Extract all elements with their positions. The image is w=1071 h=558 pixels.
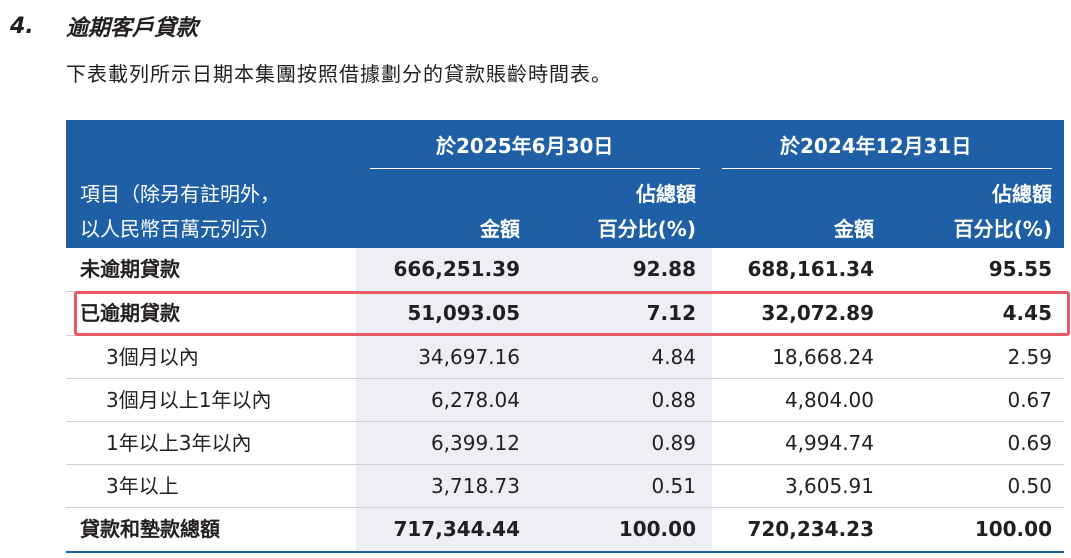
pct-2024: 2.59 [1007,345,1052,369]
amount-2025: 3,718.73 [430,474,520,498]
amount-2025: 717,344.44 [393,517,520,541]
section-number: 4. [10,13,34,39]
table-row: 已逾期貸款 51,093.05 7.12 32,072.89 4.45 [66,292,1064,335]
header-period-2025: 於2025年6月30日 [436,134,614,158]
amount-2025: 6,278.04 [430,388,520,412]
table-bottom-rule [66,551,1064,553]
row-label: 貸款和墊款總額 [80,517,220,541]
amount-2024: 4,994.74 [784,431,874,455]
amount-2025: 666,251.39 [393,257,520,281]
table-header: 於2025年6月30日 於2024年12月31日 項目（除另有註明外， 以人民幣… [66,120,1064,248]
section-heading: 4. 逾期客戶貸款 [10,6,198,46]
row-label: 已逾期貸款 [80,301,180,325]
amount-2025: 51,093.05 [407,301,520,325]
pct-2024: 4.45 [1002,301,1052,325]
table-row: 未逾期貸款 666,251.39 92.88 688,161.34 95.55 [66,248,1064,291]
row-label: 未逾期貸款 [80,257,180,281]
amount-2024: 688,161.34 [747,257,874,281]
loan-aging-table: 於2025年6月30日 於2024年12月31日 項目（除另有註明外， 以人民幣… [66,120,1064,554]
pct-2024: 0.69 [1007,431,1052,455]
row-label: 3個月以上1年以內 [106,388,272,412]
table-row: 貸款和墊款總額 717,344.44 100.00 720,234.23 100… [66,508,1064,551]
header-period-2024: 於2024年12月31日 [780,134,972,158]
header-item-line2: 以人民幣百萬元列示） [80,217,280,241]
pct-2025: 7.12 [646,301,696,325]
header-amount-2025: 金額 [480,217,520,241]
section-title: 逾期客戶貸款 [66,16,199,41]
pct-2025: 0.51 [651,474,696,498]
amount-2025: 34,697.16 [418,345,520,369]
amount-2024: 32,072.89 [761,301,874,325]
row-label: 3年以上 [106,474,179,498]
row-label: 1年以上3年以內 [106,431,252,455]
pct-2025: 0.88 [651,388,696,412]
header-divider-2025 [370,168,700,169]
pct-2024: 0.50 [1007,474,1052,498]
pct-2025: 4.84 [651,345,696,369]
pct-2025: 0.89 [651,431,696,455]
table-row: 3年以上 3,718.73 0.51 3,605.91 0.50 [66,465,1064,508]
pct-2025: 92.88 [632,257,696,281]
amount-2024: 3,605.91 [784,474,874,498]
amount-2025: 6,399.12 [430,431,520,455]
header-pct-2024-line1: 佔總額 [992,182,1052,206]
pct-2024: 95.55 [988,257,1052,281]
amount-2024: 4,804.00 [784,388,874,412]
header-item-line1: 項目（除另有註明外， [80,182,280,206]
amount-2024: 18,668.24 [772,345,874,369]
intro-text: 下表載列所示日期本集團按照借據劃分的貸款賬齡時間表。 [66,62,612,86]
pct-2024: 0.67 [1007,388,1052,412]
header-amount-2024: 金額 [834,217,874,241]
header-pct-2024-line2: 百分比(%) [953,217,1052,241]
amount-2024: 720,234.23 [747,517,874,541]
row-label: 3個月以內 [106,345,199,369]
table-row: 1年以上3年以內 6,399.12 0.89 4,994.74 0.69 [66,422,1064,465]
table-row: 3個月以內 34,697.16 4.84 18,668.24 2.59 [66,336,1064,379]
table-row: 3個月以上1年以內 6,278.04 0.88 4,804.00 0.67 [66,379,1064,422]
header-divider-2024 [722,168,1052,169]
pct-2025: 100.00 [618,517,696,541]
header-pct-2025-line2: 百分比(%) [597,217,696,241]
header-pct-2025-line1: 佔總額 [636,182,696,206]
pct-2024: 100.00 [974,517,1052,541]
